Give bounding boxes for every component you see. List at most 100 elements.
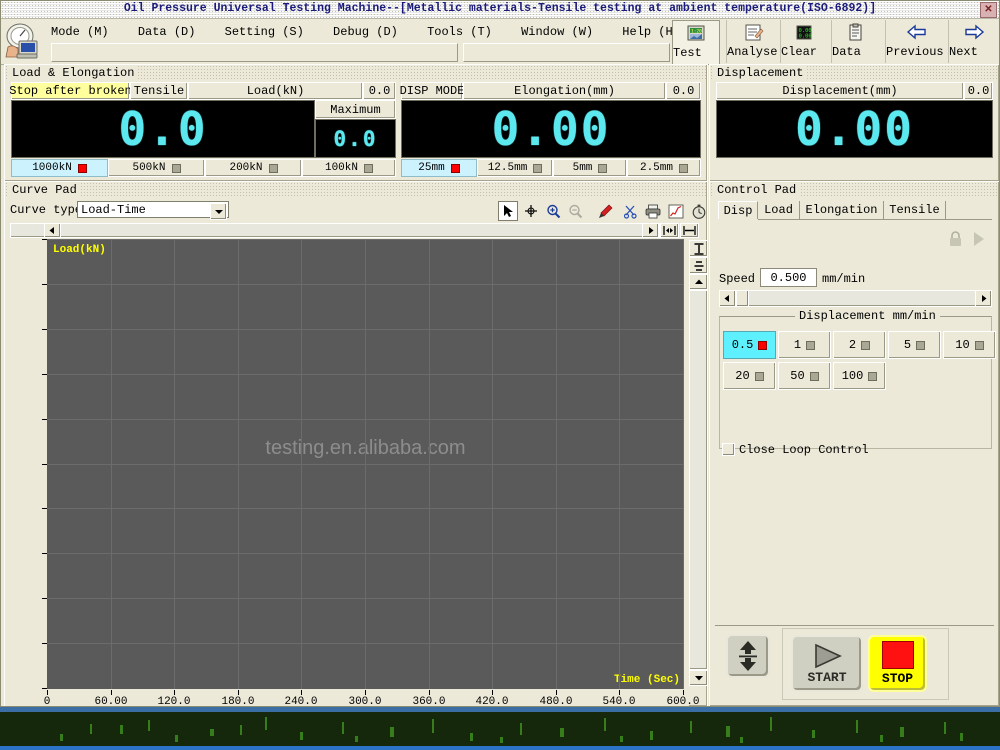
- speed-slider-right-button[interactable]: [975, 290, 992, 307]
- tab-disp[interactable]: Disp: [718, 201, 758, 219]
- close-loop-label: Close Loop Control: [739, 443, 869, 457]
- pointer-icon[interactable]: [498, 201, 518, 221]
- chart-vscroll[interactable]: [689, 290, 708, 670]
- elongation-range-25mm[interactable]: 25mm: [401, 159, 477, 177]
- load-range-100kn[interactable]: 100kN: [302, 159, 396, 177]
- curve-pad-title: Curve Pad: [9, 183, 80, 197]
- x-axis-tick: [174, 690, 175, 695]
- x-axis-tick: [492, 690, 493, 695]
- menu-item-data[interactable]: Data (D): [138, 25, 196, 39]
- chevron-down-icon[interactable]: [210, 203, 227, 220]
- displacement-title: Displacement: [714, 66, 806, 80]
- tab-elongation[interactable]: Elongation: [800, 201, 884, 219]
- close-loop-checkbox[interactable]: [722, 443, 735, 456]
- up-down-arrows-icon: [738, 640, 758, 672]
- printer-icon[interactable]: [643, 201, 663, 221]
- lock-icon: [947, 230, 964, 250]
- chart-area: Load(kN) Time (Sec) testing.en.alibaba.c…: [5, 238, 689, 706]
- toolbar-slot-right: [463, 43, 670, 62]
- speed-slider-left-button[interactable]: [719, 290, 736, 307]
- speed-preset-5[interactable]: 5: [888, 331, 941, 359]
- toolbar-button-clear[interactable]: 0.00 0.00 Clear: [780, 20, 827, 63]
- curve-icon[interactable]: [666, 201, 686, 221]
- toolbar-button-previous[interactable]: Previous: [885, 20, 948, 63]
- menu-item-setting[interactable]: Setting (S): [225, 25, 304, 39]
- toolbar-button-next[interactable]: Next: [948, 20, 999, 63]
- speed-preset-100[interactable]: 100: [833, 362, 886, 390]
- play-triangle-icon: [810, 643, 844, 669]
- scroll-up-button[interactable]: [689, 274, 708, 290]
- tab-tensile[interactable]: Tensile: [884, 201, 946, 219]
- load-elongation-panel: Load & Elongation Stop after broken Tens…: [4, 64, 708, 182]
- displacement-value: 0.00: [795, 102, 914, 156]
- control-tabs: Disp Load Elongation Tensile: [718, 201, 992, 220]
- x-axis-tick: [683, 690, 684, 695]
- scroll-left-button[interactable]: [44, 223, 61, 238]
- menu-bar: Mode (M) Data (D) Setting (S) Debug (D) …: [51, 25, 702, 39]
- scissors-icon[interactable]: [620, 201, 640, 221]
- chart-hscroll-top[interactable]: [10, 223, 660, 238]
- zoom-out-icon: [565, 201, 585, 221]
- fit-all-button[interactable]: [680, 223, 699, 238]
- menu-item-tools[interactable]: Tools (T): [427, 25, 492, 39]
- svg-text:0.00: 0.00: [799, 34, 812, 40]
- panel-texture: [5, 182, 707, 196]
- speed-preset-2[interactable]: 2: [833, 331, 886, 359]
- speed-preset-1[interactable]: 1: [778, 331, 831, 359]
- elongation-rate-value: 0.0: [666, 82, 701, 100]
- load-range-500kn[interactable]: 500kN: [108, 159, 205, 177]
- elongation-range-5mm[interactable]: 5mm: [553, 159, 627, 177]
- disp-mode-label[interactable]: DISP MODE: [401, 82, 463, 100]
- x-axis-tick: [238, 690, 239, 695]
- window-title: Oil Pressure Universal Testing Machine--…: [1, 2, 999, 15]
- crosshair-icon[interactable]: [521, 201, 541, 221]
- jog-button[interactable]: [726, 634, 770, 678]
- zoom-in-icon[interactable]: [543, 201, 563, 221]
- shrink-y-button[interactable]: [689, 257, 708, 274]
- tab-underline: [758, 219, 992, 220]
- stop-button[interactable]: STOP: [868, 635, 927, 692]
- speed-slider-thumb[interactable]: [736, 290, 749, 307]
- stop-button-label: STOP: [882, 671, 913, 686]
- x-axis-tick-label: 480.0: [526, 696, 586, 707]
- x-axis-tick: [301, 690, 302, 695]
- speed-presets-legend: Displacement mm/min: [795, 309, 940, 323]
- menu-item-debug[interactable]: Debug (D): [333, 25, 398, 39]
- x-axis-tick-label: 120.0: [144, 696, 204, 707]
- expand-y-button[interactable]: [689, 240, 708, 257]
- pen-icon[interactable]: [595, 201, 615, 221]
- x-axis-tick-label: 600.0: [653, 696, 713, 707]
- scroll-right-button[interactable]: [642, 223, 659, 238]
- speed-preset-20[interactable]: 20: [723, 362, 776, 390]
- menu-item-mode[interactable]: Mode (M): [51, 25, 109, 39]
- speed-preset-50[interactable]: 50: [778, 362, 831, 390]
- toolbar-button-analyse[interactable]: Analyse: [726, 20, 779, 63]
- speed-preset-0-5-label: 0.5: [732, 338, 754, 352]
- speed-preset-0-5[interactable]: 0.5: [723, 331, 776, 359]
- elongation-range-2-5mm[interactable]: 2.5mm: [627, 159, 701, 177]
- toolbar-slot-left: [51, 43, 458, 62]
- menu-item-window[interactable]: Window (W): [521, 25, 593, 39]
- scroll-down-button[interactable]: [689, 670, 708, 686]
- stopwatch-icon[interactable]: [689, 201, 709, 221]
- fit-width-button[interactable]: [660, 223, 679, 238]
- stop-mode-label[interactable]: Stop after broken: [11, 82, 130, 100]
- displacement-rate-value: 0.0: [964, 82, 993, 100]
- elongation-range-12-5mm[interactable]: 12.5mm: [477, 159, 553, 177]
- displacement-caption: Displacement(mm): [716, 82, 964, 100]
- toolbar-button-data[interactable]: Data: [831, 20, 878, 63]
- speed-preset-2-label: 2: [849, 338, 856, 352]
- toolbar-button-test[interactable]: 1:20 Test: [672, 20, 720, 65]
- curve-type-select[interactable]: Load-Time: [77, 201, 229, 218]
- test-mode-label[interactable]: Tensile: [130, 82, 188, 100]
- speed-preset-10[interactable]: 10: [943, 331, 996, 359]
- control-pad-title: Control Pad: [714, 183, 799, 197]
- speed-input[interactable]: 0.500: [760, 268, 817, 287]
- start-button[interactable]: START: [791, 635, 863, 692]
- tab-load[interactable]: Load: [758, 201, 800, 219]
- toolbar-label-clear: Clear: [781, 45, 817, 59]
- load-range-200kn[interactable]: 200kN: [205, 159, 302, 177]
- load-range-1000kn[interactable]: 1000kN: [11, 159, 108, 177]
- close-icon[interactable]: ✕: [980, 2, 997, 18]
- speed-slider[interactable]: [719, 290, 992, 307]
